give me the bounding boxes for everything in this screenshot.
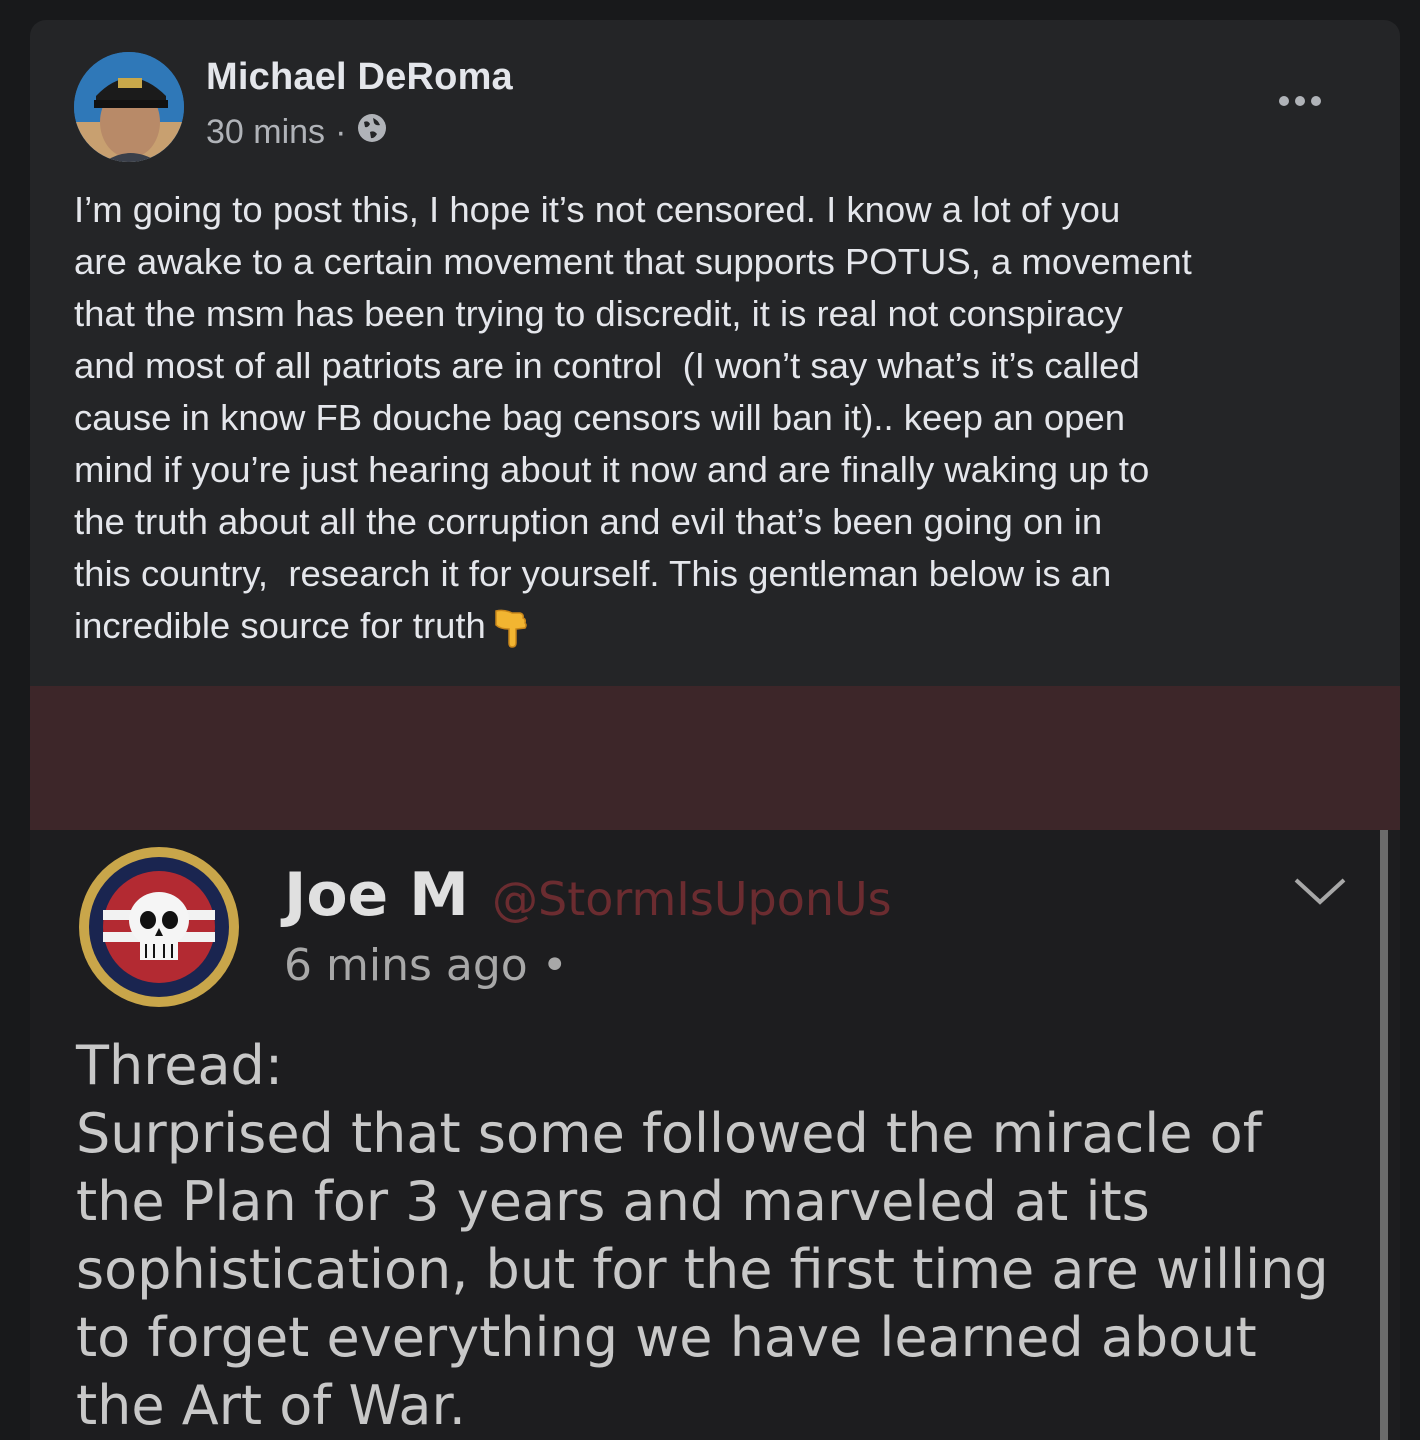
embed-time-text: 6 mins ago bbox=[284, 940, 528, 991]
post-card: Michael DeRoma 30 mins · I’m going to po… bbox=[30, 20, 1400, 1440]
scrollbar[interactable] bbox=[1380, 830, 1388, 1440]
chevron-down-icon[interactable] bbox=[1292, 872, 1348, 912]
thread-label: Thread: bbox=[76, 1034, 284, 1097]
embed-bullet: • bbox=[541, 940, 568, 991]
embed-author-name[interactable]: Joe M bbox=[284, 860, 469, 930]
pointing-down-hand-icon bbox=[490, 607, 530, 649]
more-dot bbox=[1311, 96, 1321, 106]
embed-time: 6 mins ago • bbox=[284, 940, 568, 991]
author-name[interactable]: Michael DeRoma bbox=[206, 56, 513, 99]
post-meta: 30 mins · bbox=[206, 112, 388, 153]
author-avatar[interactable] bbox=[74, 52, 184, 162]
thread-text: Surprised that some followed the miracle… bbox=[76, 1102, 1329, 1437]
post-time[interactable]: 30 mins bbox=[206, 113, 325, 152]
embed-avatar[interactable] bbox=[76, 844, 242, 1010]
embedded-tweet[interactable]: Joe M @StormIsUponUs 6 mins ago • Thread… bbox=[30, 830, 1400, 1440]
post-body: I’m going to post this, I hope it’s not … bbox=[74, 184, 1374, 652]
embed-author-handle[interactable]: @StormIsUponUs bbox=[492, 872, 892, 926]
more-dot bbox=[1295, 96, 1305, 106]
post-text: I’m going to post this, I hope it’s not … bbox=[74, 189, 1192, 646]
meta-separator: · bbox=[335, 113, 347, 151]
globe-icon bbox=[356, 112, 388, 153]
more-horizontal-icon bbox=[1279, 96, 1289, 106]
media-banner bbox=[30, 686, 1400, 830]
thread-body: Surprised that some followed the miracle… bbox=[76, 1100, 1376, 1440]
more-options-button[interactable] bbox=[1270, 86, 1330, 116]
